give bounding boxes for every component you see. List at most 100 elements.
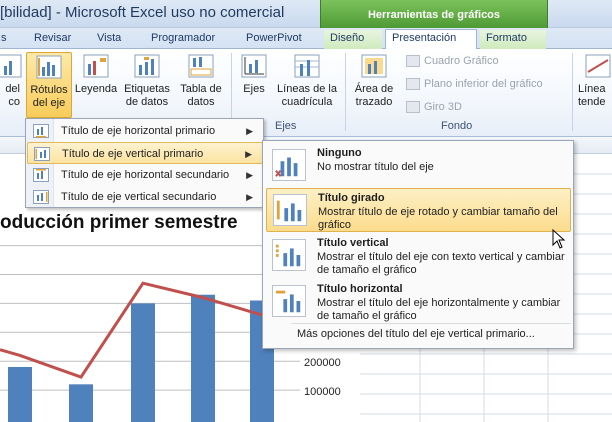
lineas-tendencia-partial-button[interactable]: Línea tende — [578, 52, 612, 109]
y-tick-label: 100000 — [304, 386, 341, 398]
submenu-arrow-icon: ▶ — [245, 149, 252, 159]
cuadro-label: Cuadro Gráfico — [424, 55, 499, 67]
partial-button-left[interactable]: del co — [0, 52, 22, 109]
etiquetas-label-2: de datos — [125, 96, 169, 108]
leyenda-button[interactable]: Leyenda — [73, 52, 119, 96]
partial-label-1: del — [5, 83, 20, 95]
etiquetas-de-datos-button[interactable]: Etiquetas de datos — [120, 52, 174, 109]
ribbon-tabs: s Revisar Vista Programador PowerPivot D… — [0, 28, 612, 50]
tab-diseno[interactable]: Diseño — [324, 30, 382, 49]
submenu-arrow-icon: ▶ — [246, 126, 253, 136]
tab-programador[interactable]: Programador — [145, 30, 221, 49]
tabla-label-2: datos — [187, 96, 215, 108]
area-de-trazado-button[interactable]: Área de trazado — [350, 52, 398, 109]
menu-item-label: Título de eje horizontal secundario — [61, 169, 230, 181]
rotulos-label-2: del eje — [32, 97, 66, 109]
submenu-arrow-icon: ▶ — [246, 192, 253, 202]
menu-item-eje-horizontal-secundario[interactable]: Título de eje horizontal secundario ▶ — [27, 164, 263, 186]
tabla-de-datos-button[interactable]: Tabla de datos — [176, 52, 226, 109]
tab-presentacion[interactable]: Presentación — [385, 29, 477, 50]
lineas-cuadricula-button[interactable]: Líneas de la cuadrícula — [274, 52, 340, 109]
tab-revisar[interactable]: Revisar — [28, 30, 77, 49]
tendencia-label-2: tende — [578, 96, 606, 108]
area-label-1: Área de — [354, 83, 394, 95]
option-heading: Título girado — [318, 192, 385, 204]
menu-item-label: Título de eje horizontal primario — [61, 125, 216, 137]
legend-icon — [83, 54, 109, 78]
data-table-icon — [188, 54, 214, 78]
partial-label-2: co — [8, 96, 20, 108]
plano-label: Plano inferior del gráfico — [424, 78, 543, 90]
option-titulo-horizontal[interactable]: Título horizontal Mostrar el título del … — [266, 280, 571, 322]
bar[interactable] — [69, 384, 93, 422]
horizontal-axis-title-icon — [33, 124, 49, 138]
etiquetas-label-1: Etiquetas — [124, 83, 170, 95]
submenu-arrow-icon: ▶ — [246, 170, 253, 180]
area-label-2: trazado — [355, 96, 393, 108]
option-titulo-vertical[interactable]: Título vertical Mostrar el título del ej… — [266, 234, 571, 278]
menu-item-label: Título de eje vertical secundario — [61, 191, 217, 203]
horizontal-title-icon — [272, 285, 306, 317]
no-axis-title-icon — [272, 149, 306, 181]
menu-item-eje-vertical-primario[interactable]: Título de eje vertical primario ▶ — [27, 142, 263, 164]
chart-wall-icon — [406, 55, 420, 68]
menu-item-eje-horizontal-primario[interactable]: Título de eje horizontal primario ▶ — [27, 120, 263, 142]
gridlines-icon — [294, 54, 320, 78]
leyenda-label: Leyenda — [74, 83, 118, 95]
bar[interactable] — [131, 303, 155, 422]
tab-vista[interactable]: Vista — [91, 30, 127, 49]
more-axis-title-options-link[interactable]: Más opciones del título del eje vertical… — [297, 328, 535, 340]
plano-inferior-button[interactable]: Plano inferior del gráfico — [406, 78, 543, 91]
option-description: Mostrar el título del eje horizontalment… — [317, 297, 561, 322]
ejes-label: Ejes — [243, 83, 265, 95]
cuadro-grafico-button[interactable]: Cuadro Gráfico — [406, 55, 499, 68]
ribbon-separator-3 — [572, 53, 573, 131]
option-heading: Ninguno — [317, 147, 362, 159]
bar[interactable] — [191, 294, 215, 422]
menu-item-eje-vertical-secundario[interactable]: Título de eje vertical secundario ▶ — [27, 186, 263, 208]
giro-3d-button[interactable]: Giro 3D — [406, 101, 462, 114]
rotulos-del-eje-button[interactable]: Rótulos del eje — [26, 52, 72, 118]
option-ninguno[interactable]: Ninguno No mostrar título del eje — [266, 144, 571, 186]
giro-label: Giro 3D — [424, 101, 462, 113]
rotated-title-icon — [273, 194, 307, 226]
fondo-group-label: Fondo — [441, 120, 473, 132]
rotulos-del-eje-menu: Título de eje horizontal primario ▶ Títu… — [25, 118, 264, 208]
chart-title[interactable]: oducción primer semestre — [0, 212, 238, 234]
option-description: No mostrar título del eje — [317, 161, 434, 173]
axes-icon — [241, 54, 267, 78]
menu-item-label: Título de eje vertical primario — [62, 148, 204, 160]
vertical-axis-title-icon — [34, 147, 50, 161]
plot-area-icon — [361, 54, 387, 78]
tab-powerpivot[interactable]: PowerPivot — [240, 30, 308, 49]
option-description: Mostrar el título del eje con texto vert… — [317, 251, 565, 276]
vertical-title-icon — [272, 239, 306, 271]
secondary-vertical-axis-icon — [33, 190, 49, 204]
axis-title-icon — [0, 54, 22, 78]
tab-formato[interactable]: Formato — [480, 30, 546, 49]
window-title: [bilidad] - Microsoft Excel uso no comer… — [0, 4, 285, 21]
option-titulo-girado[interactable]: Título girado Mostrar título de eje rota… — [266, 188, 571, 232]
rotulos-label-1: Rótulos — [30, 84, 68, 96]
axis-labels-icon — [36, 55, 62, 79]
bar[interactable] — [8, 366, 32, 422]
rotation-3d-icon — [406, 101, 420, 114]
lineas-label-2: cuadrícula — [281, 96, 333, 108]
ejes-button[interactable]: Ejes — [237, 52, 271, 96]
vertical-axis-title-submenu: Ninguno No mostrar título del eje Título… — [262, 140, 574, 349]
ribbon-separator-2 — [345, 53, 346, 131]
chart-plot[interactable] — [0, 240, 300, 422]
option-heading: Título horizontal — [317, 283, 403, 295]
menu-separator — [291, 323, 571, 324]
y-tick-label: 200000 — [304, 357, 341, 369]
secondary-horizontal-axis-icon — [33, 168, 49, 182]
lineas-label-1: Líneas de la — [277, 83, 337, 95]
option-heading: Título vertical — [317, 237, 389, 249]
ejes-group-label: Ejes — [275, 120, 297, 132]
trendline-icon — [585, 54, 611, 78]
tab-partial[interactable]: s — [0, 30, 13, 49]
tendencia-label-1: Línea — [578, 83, 606, 95]
tabla-label-1: Tabla de — [180, 83, 222, 95]
chart-tools-context-header: Herramientas de gráficos — [320, 0, 548, 28]
data-labels-icon — [134, 54, 160, 78]
